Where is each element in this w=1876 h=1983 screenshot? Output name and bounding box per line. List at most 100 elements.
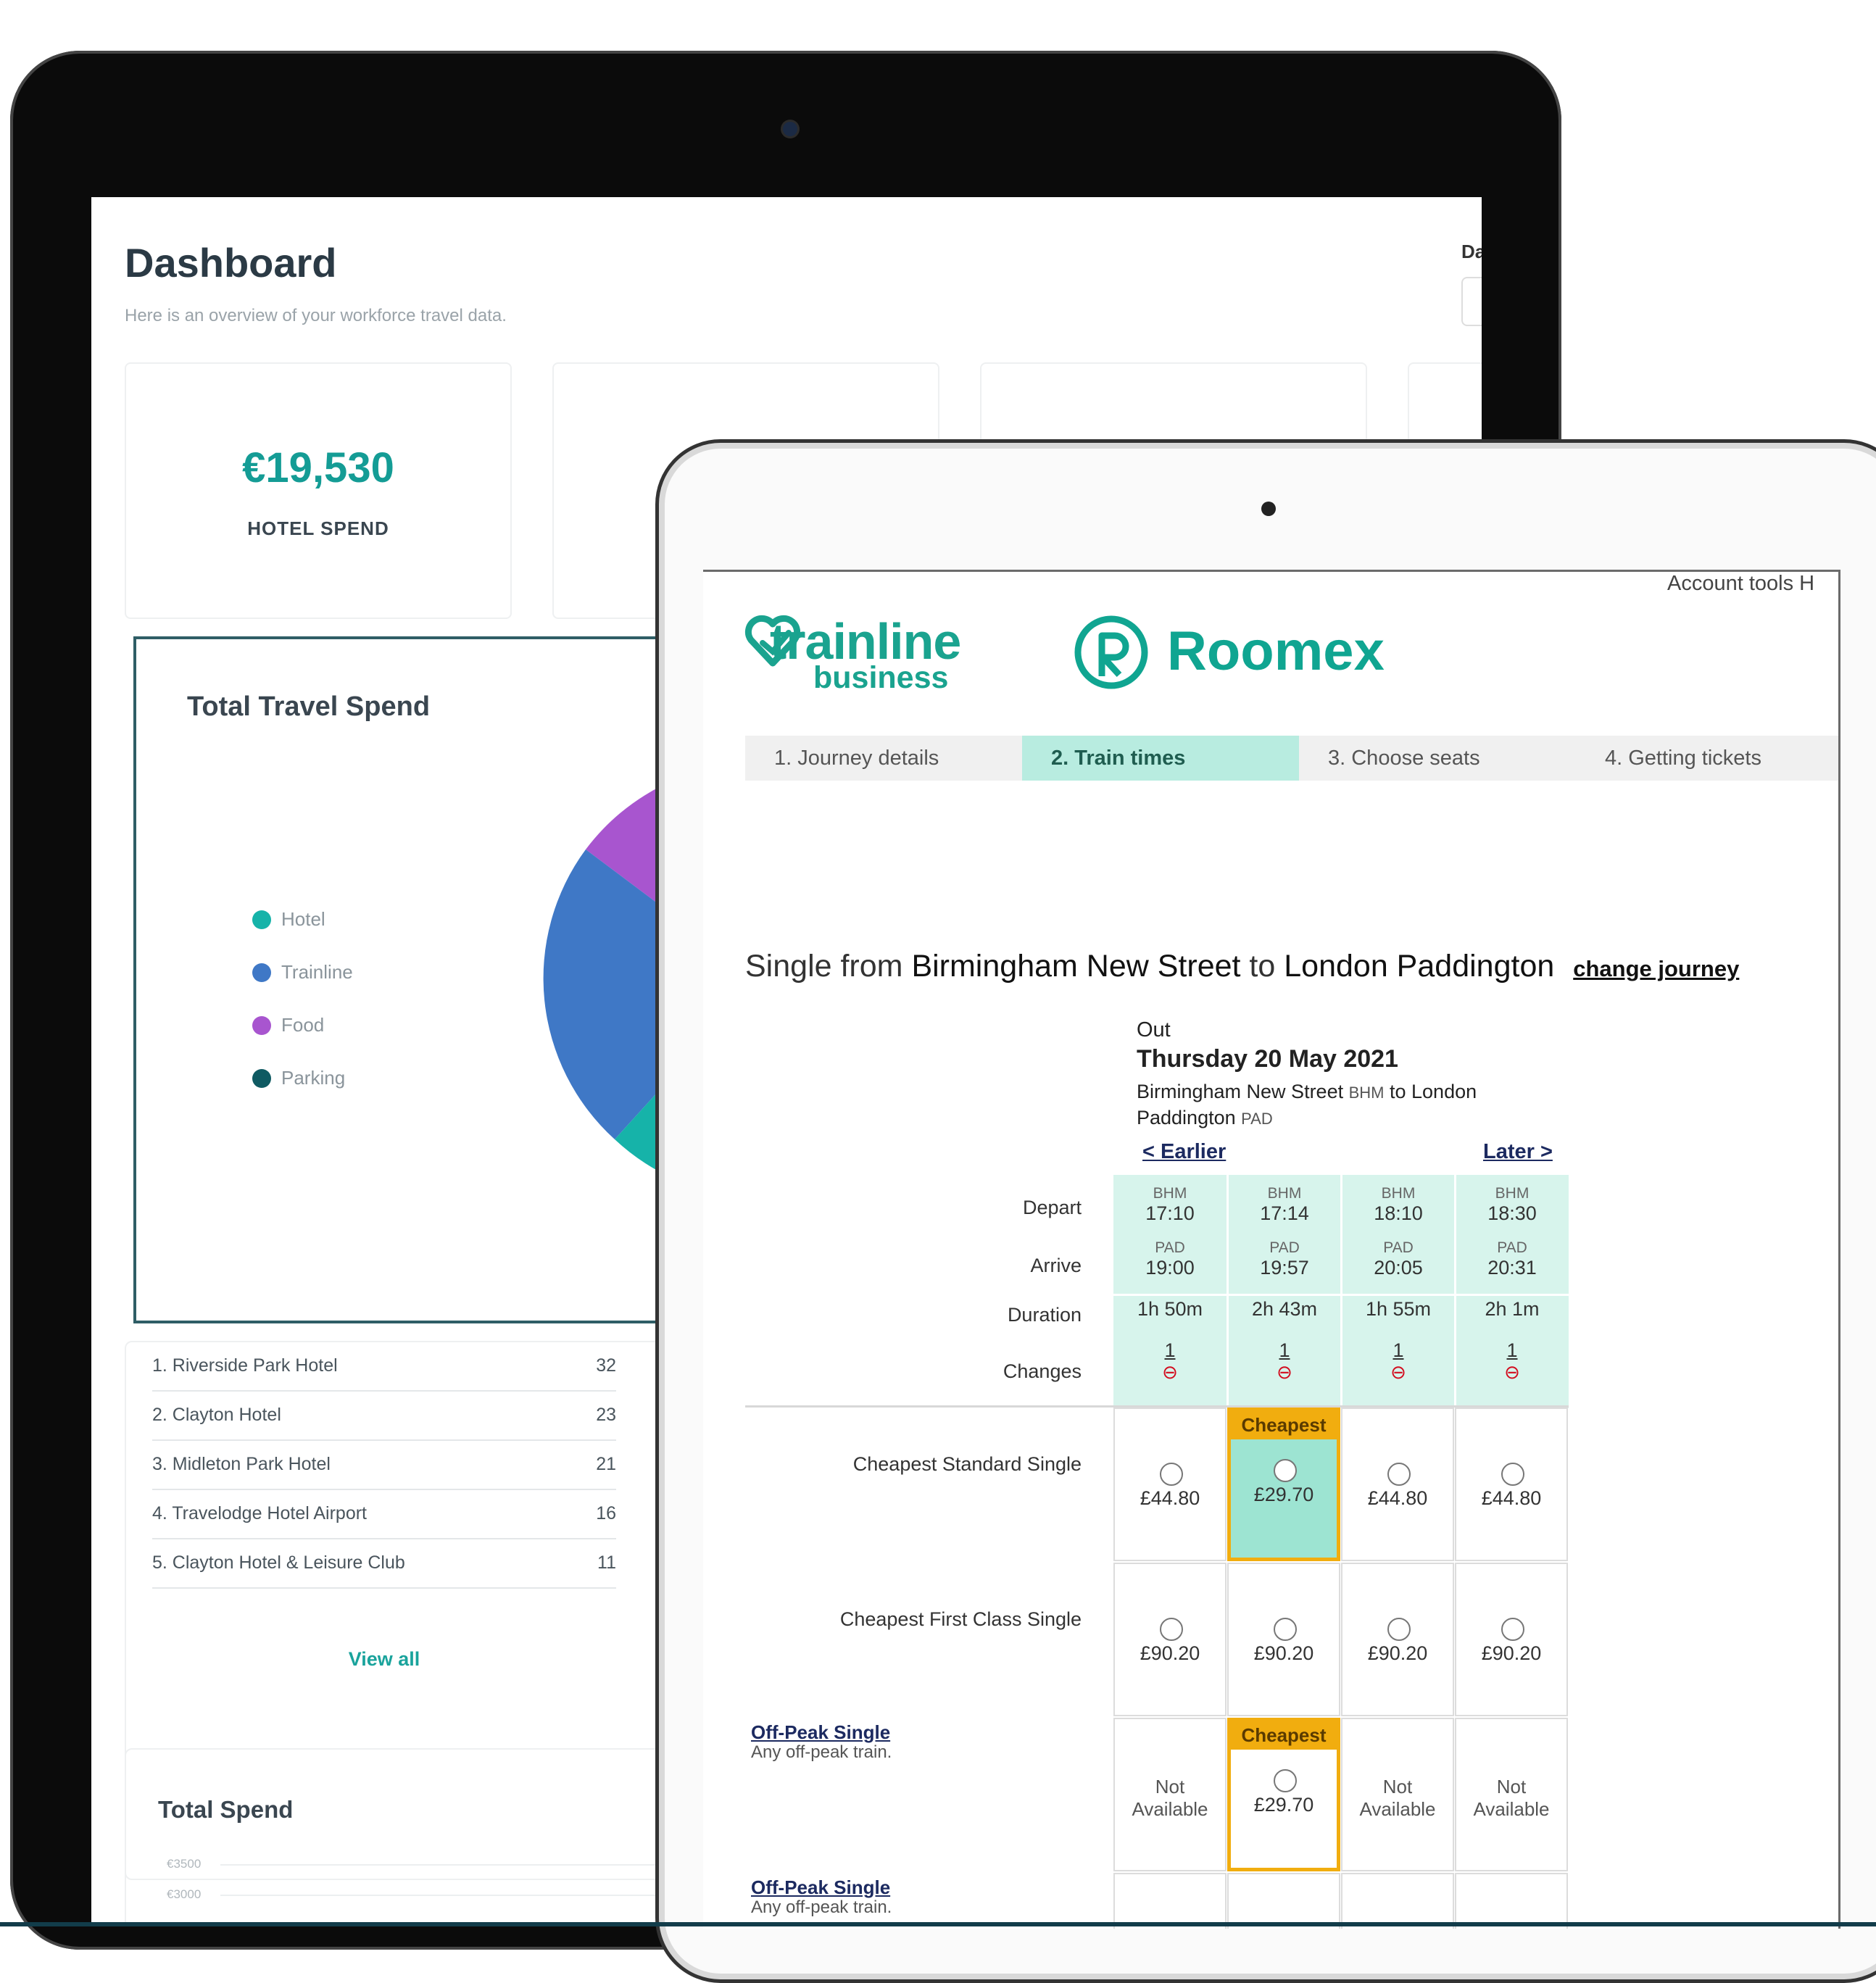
- cheapest-badge: Cheapest: [1227, 1410, 1340, 1439]
- list-item[interactable]: 3. Midleton Park Hotel 21: [152, 1441, 616, 1490]
- fare-radio[interactable]: [1501, 1463, 1524, 1486]
- duration: 2h 1m: [1485, 1298, 1540, 1320]
- fare-cell[interactable]: [1341, 1873, 1454, 1929]
- hotel-name: 3. Midleton Park Hotel: [152, 1454, 331, 1474]
- progress-steps: 1. Journey details 2. Train times 3. Cho…: [745, 736, 1838, 781]
- fare-radio[interactable]: [1274, 1459, 1297, 1482]
- fare-label-standard: Cheapest Standard Single: [852, 1453, 1082, 1475]
- fare-cell-unavailable: Not Available: [1341, 1718, 1454, 1871]
- fare-radio[interactable]: [1160, 1618, 1183, 1641]
- journey-mid: to: [1240, 949, 1284, 984]
- route-text: to London: [1384, 1081, 1477, 1102]
- step-journey-details[interactable]: 1. Journey details: [745, 736, 1022, 781]
- offpeak-single-link[interactable]: Off-Peak Single: [751, 1876, 892, 1899]
- fare-radio[interactable]: [1387, 1463, 1411, 1486]
- out-label: Out: [1137, 1018, 1171, 1042]
- legend-item-trainline[interactable]: Trainline: [252, 946, 353, 999]
- date-filter-input[interactable]: [1461, 277, 1482, 326]
- out-date: Thursday 20 May 2021: [1137, 1045, 1398, 1073]
- journey-prefix: Single from: [745, 949, 912, 984]
- later-link[interactable]: Later >: [1483, 1140, 1553, 1164]
- earlier-link[interactable]: < Earlier: [1142, 1140, 1226, 1164]
- not-available-text: Not: [1496, 1776, 1527, 1797]
- fare-label-first: Cheapest First Class Single: [839, 1608, 1082, 1630]
- fare-cell[interactable]: £90.20: [1113, 1563, 1227, 1716]
- hotel-name: 4. Travelodge Hotel Airport: [152, 1503, 367, 1523]
- step-getting-tickets[interactable]: 4. Getting tickets: [1576, 736, 1838, 781]
- changes-link[interactable]: 1: [1228, 1339, 1341, 1362]
- not-available-text: Available: [1473, 1798, 1550, 1820]
- fare-cell[interactable]: [1113, 1873, 1227, 1929]
- roomex-logo-text: Roomex: [1167, 620, 1385, 682]
- train-column[interactable]: BHM 17:10 PAD 19:00 1h 50m 1 ⊖: [1113, 1185, 1227, 1382]
- step-choose-seats[interactable]: 3. Choose seats: [1299, 736, 1576, 781]
- fare-radio[interactable]: [1274, 1618, 1297, 1641]
- journey-destination: London Paddington: [1284, 949, 1555, 984]
- legend-dot-icon: [252, 1068, 271, 1088]
- station-code: BHM: [1348, 1084, 1385, 1102]
- underground-icon: ⊖: [1504, 1361, 1520, 1383]
- offpeak-single-link[interactable]: Off-Peak Single: [751, 1721, 892, 1744]
- view-all-link[interactable]: View all: [152, 1648, 616, 1671]
- train-column[interactable]: BHM 17:14 PAD 19:57 2h 43m 1 ⊖: [1228, 1185, 1341, 1382]
- kpi-card-hotel-spend: €19,530 HOTEL SPEND: [125, 362, 512, 619]
- fare-price: £44.80: [1140, 1487, 1200, 1509]
- fare-cell[interactable]: £44.80: [1455, 1408, 1568, 1561]
- not-available-text: Not: [1382, 1776, 1413, 1797]
- offpeak-desc: Any off-peak train.: [751, 1742, 892, 1762]
- fare-cell[interactable]: £90.20: [1341, 1563, 1454, 1716]
- fare-radio[interactable]: [1160, 1463, 1183, 1486]
- grid-line: [220, 1864, 670, 1866]
- kpi-value: €19,530: [242, 444, 394, 491]
- fare-price: £90.20: [1253, 1642, 1314, 1664]
- legend-item-parking[interactable]: Parking: [252, 1052, 353, 1105]
- bottom-bar: [0, 1922, 1876, 1926]
- fare-radio[interactable]: [1274, 1769, 1297, 1792]
- legend-dot-icon: [252, 963, 271, 982]
- card-title: Total Travel Spend: [187, 691, 431, 722]
- step-train-times[interactable]: 2. Train times: [1022, 736, 1299, 781]
- changes-link[interactable]: 1: [1113, 1339, 1227, 1362]
- legend-label: Food: [281, 1014, 325, 1036]
- row-label-depart: Depart: [1022, 1197, 1082, 1218]
- fare-cell-unavailable: Not Available: [1113, 1718, 1227, 1871]
- fare-cell[interactable]: £44.80: [1113, 1408, 1227, 1561]
- duration: 2h 43m: [1251, 1298, 1318, 1320]
- underground-icon: ⊖: [1277, 1361, 1292, 1383]
- fare-cell[interactable]: [1455, 1873, 1568, 1929]
- list-item[interactable]: 5. Clayton Hotel & Leisure Club 11: [152, 1539, 616, 1589]
- account-tools-link[interactable]: Account tools H: [1667, 572, 1814, 596]
- legend-item-hotel[interactable]: Hotel: [252, 893, 353, 946]
- fare-price: £29.70: [1253, 1794, 1314, 1816]
- not-available-text: Available: [1132, 1798, 1208, 1820]
- underground-icon: ⊖: [1162, 1361, 1178, 1383]
- legend-dot-icon: [252, 910, 271, 929]
- fare-radio[interactable]: [1501, 1618, 1524, 1641]
- depart-time: 18:30: [1487, 1202, 1537, 1224]
- fare-cell[interactable]: £44.80: [1341, 1408, 1454, 1561]
- hotel-count: 11: [597, 1552, 616, 1573]
- fare-cell[interactable]: £90.20: [1227, 1563, 1340, 1716]
- list-item[interactable]: 4. Travelodge Hotel Airport 16: [152, 1490, 616, 1539]
- legend-item-food[interactable]: Food: [252, 999, 353, 1052]
- fare-radio[interactable]: [1387, 1618, 1411, 1641]
- fare-cell[interactable]: £90.20: [1455, 1563, 1568, 1716]
- tablet-front-camera: [1261, 502, 1276, 516]
- depart-code: BHM: [1495, 1185, 1530, 1202]
- changes-link[interactable]: 1: [1456, 1339, 1569, 1362]
- not-available-text: Available: [1359, 1798, 1436, 1820]
- arrive-time: 20:05: [1374, 1257, 1423, 1279]
- chart-legend: Hotel Trainline Food Parking: [252, 893, 353, 1105]
- offpeak-desc: Any off-peak train.: [751, 1897, 892, 1917]
- fare-cell[interactable]: [1227, 1873, 1340, 1929]
- list-item[interactable]: 2. Clayton Hotel 23: [152, 1392, 616, 1441]
- train-column[interactable]: BHM 18:10 PAD 20:05 1h 55m 1 ⊖: [1342, 1185, 1455, 1382]
- list-item[interactable]: 1. Riverside Park Hotel 32: [152, 1342, 616, 1392]
- train-column[interactable]: BHM 18:30 PAD 20:31 2h 1m 1 ⊖: [1456, 1185, 1569, 1382]
- arrive-code: PAD: [1383, 1239, 1414, 1256]
- total-spend-card: Total Spend €3500 €3000: [125, 1748, 678, 1926]
- change-journey-link[interactable]: change journey: [1573, 956, 1739, 981]
- arrive-time: 19:00: [1145, 1257, 1195, 1279]
- underground-icon: ⊖: [1390, 1361, 1406, 1383]
- changes-link[interactable]: 1: [1342, 1339, 1455, 1362]
